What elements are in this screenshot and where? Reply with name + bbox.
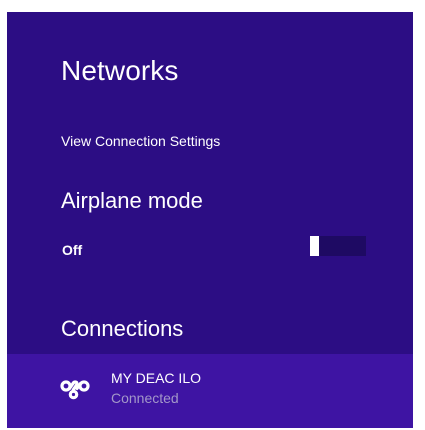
connections-heading: Connections bbox=[61, 316, 184, 341]
toggle-thumb[interactable] bbox=[310, 236, 319, 256]
network-item[interactable]: MY DEAC ILO Connected bbox=[7, 354, 413, 428]
network-status: Connected bbox=[111, 390, 179, 406]
network-link-icon bbox=[60, 380, 90, 400]
networks-panel: Networks View Connection Settings Airpla… bbox=[7, 12, 413, 428]
airplane-mode-state: Off bbox=[62, 242, 83, 258]
network-name: MY DEAC ILO bbox=[111, 370, 201, 386]
panel-title: Networks bbox=[61, 55, 179, 86]
view-connection-settings-link[interactable]: View Connection Settings bbox=[61, 133, 220, 149]
airplane-mode-toggle[interactable] bbox=[310, 236, 366, 256]
airplane-mode-label: Airplane mode bbox=[61, 188, 203, 213]
